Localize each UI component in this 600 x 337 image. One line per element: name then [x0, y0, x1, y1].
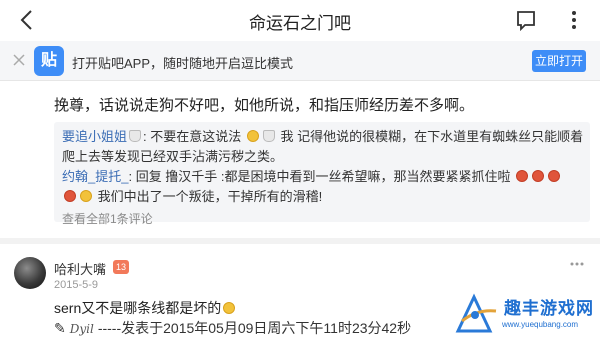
post-divider	[0, 238, 600, 244]
post-content: sern又不是哪条线都是坏的	[54, 298, 237, 318]
app-promo-banner: 贴 打开贴吧APP，随时随地开启逗比模式 立即打开	[0, 41, 600, 81]
comment-username[interactable]: 要追小姐姐	[62, 129, 127, 144]
post-text: sern又不是哪条线都是坏的	[54, 300, 222, 316]
view-all-comments-link[interactable]: 查看全部1条评论	[62, 209, 582, 229]
open-app-button[interactable]: 立即打开	[532, 50, 586, 72]
close-icon[interactable]	[12, 53, 26, 67]
signature-mark: Dyil	[69, 322, 94, 336]
comment-text: : 回复 撸汉千手 :都是困境中看到一丝希望嘛，那当然要紧紧抓住啦	[128, 169, 511, 184]
post-content: 挽尊，话说说走狗不好吧，如他所说，和指压师经历差不多啊。	[54, 97, 475, 114]
comment-text: 我们中出了一个叛徒，干掉所有的滑稽!	[97, 189, 323, 204]
signature-text: -----发表于2015年05月09日周六下午11时23分42秒	[97, 320, 412, 336]
post-date: 2015-5-9	[54, 279, 99, 291]
laugh-emoji-icon	[64, 190, 76, 202]
sub-comment: 约翰_提托_: 回复 撸汉千手 :都是困境中看到一丝希望嘛，那当然要紧紧抓住啦	[62, 167, 582, 187]
fishing-emoji-icon	[129, 130, 142, 142]
laugh-emoji-icon	[532, 170, 545, 182]
top-nav-bar: 命运石之门吧	[0, 0, 600, 40]
tieba-logo: 贴	[34, 46, 64, 76]
more-vertical-icon[interactable]	[566, 8, 582, 32]
smile-emoji-icon	[223, 302, 236, 314]
sub-comment-continued: 爬上去等发现已经双手沾满污秽之类。	[62, 149, 284, 164]
post-signature: ✎ Dyil -----发表于2015年05月09日周六下午11时23分42秒	[54, 318, 411, 337]
smile-emoji-icon	[246, 130, 259, 142]
page-title: 命运石之门吧	[249, 14, 351, 33]
promo-text: 打开贴吧APP，随时随地开启逗比模式	[72, 56, 294, 71]
sub-comments-box: 要追小姐姐: 不要在意这说法 我 记得他说的很模糊，在下水道里有蜘蛛丝只能顺着 …	[54, 122, 590, 226]
comment-username[interactable]: 约翰_提托_	[62, 169, 128, 184]
laugh-emoji-icon	[548, 170, 561, 182]
sub-comment-continued: 我们中出了一个叛徒，干掉所有的滑稽!	[62, 187, 582, 207]
level-badge: 13	[113, 260, 129, 274]
rocket-logo-icon	[455, 293, 497, 333]
more-horizontal-icon[interactable]	[570, 262, 584, 266]
comment-text: : 不要在意这说法	[143, 129, 242, 144]
site-watermark: 趣丰游戏网 www.yuequbang.com	[452, 291, 598, 335]
comment-text: 我 记得他说的很模糊，在下水道里有蜘蛛丝只能顺着	[280, 129, 584, 144]
watermark-url: www.yuequbang.com	[502, 320, 579, 329]
tea-emoji-icon	[262, 130, 275, 142]
avatar[interactable]	[14, 257, 46, 289]
post-username[interactable]: 哈利大嘴	[54, 259, 106, 278]
laugh-emoji-icon	[516, 170, 529, 182]
watermark-name: 趣丰游戏网	[504, 299, 594, 318]
comment-icon[interactable]	[514, 8, 538, 32]
smile-emoji-icon	[80, 190, 92, 202]
pencil-icon: ✎	[54, 320, 66, 336]
sub-comment: 要追小姐姐 : 不要在意这说法 我 记得他说的很模糊，在下水道里有蜘蛛丝只能顺着	[62, 127, 584, 147]
